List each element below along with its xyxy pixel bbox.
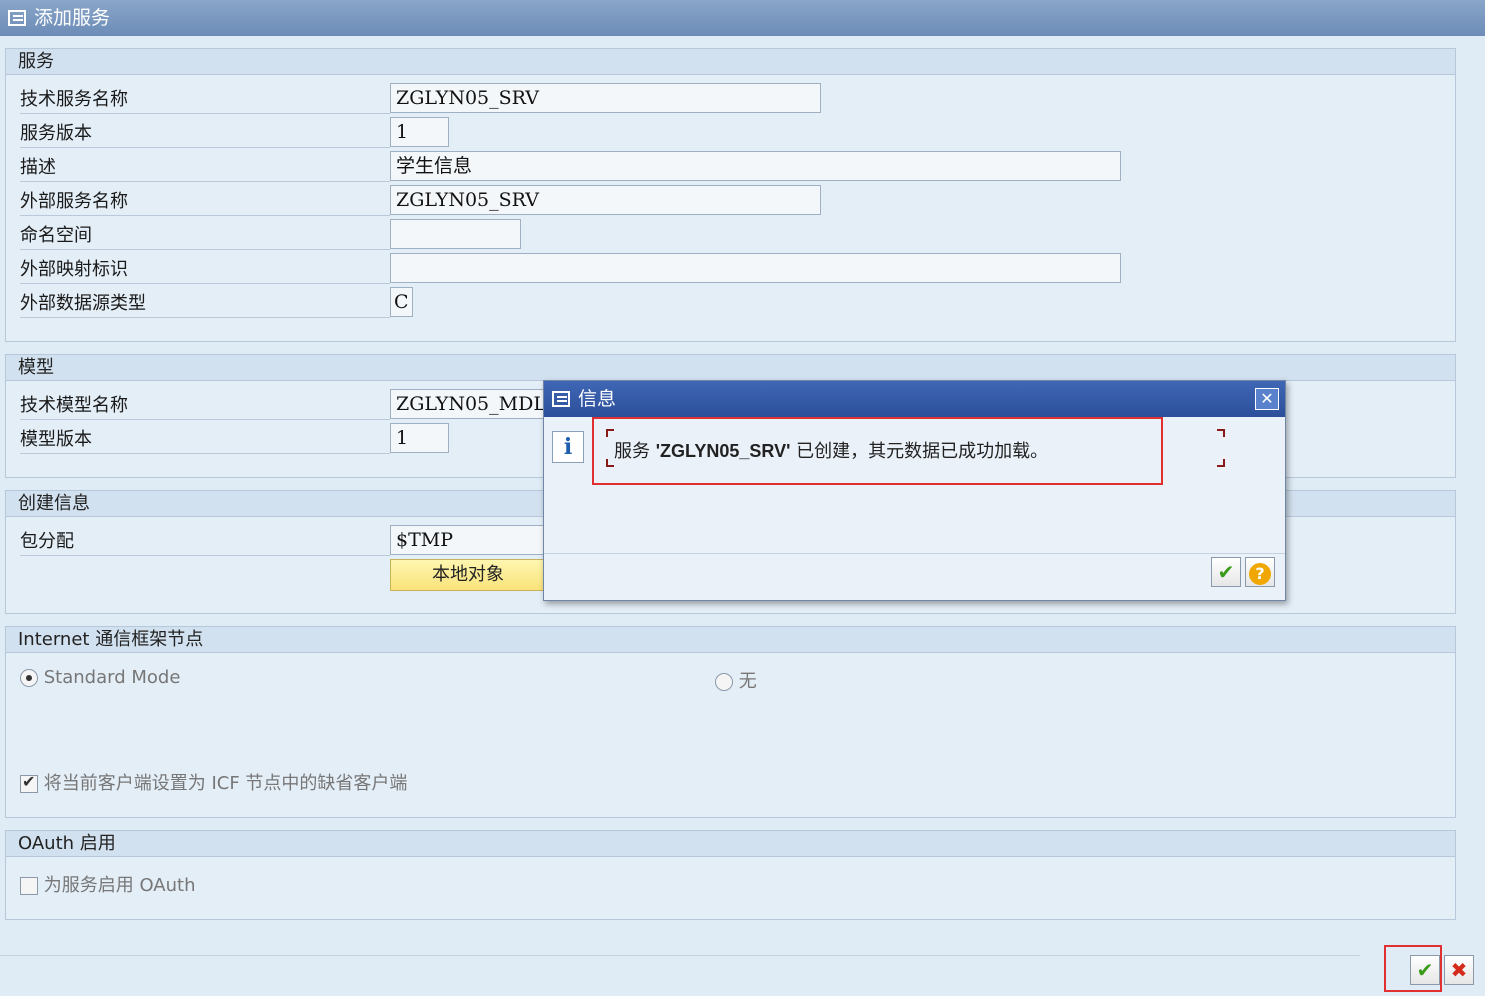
enable-oauth-option[interactable]: 为服务启用 OAuth	[20, 871, 196, 897]
field-label: 包分配	[20, 528, 390, 556]
checkmark-icon: ✔	[1217, 560, 1235, 584]
local-object-button[interactable]: 本地对象	[390, 559, 546, 591]
standard-mode-radio[interactable]	[20, 669, 38, 687]
enable-oauth-checkbox[interactable]	[20, 877, 38, 895]
selection-corner-br	[1217, 459, 1225, 467]
model-version-input[interactable]: 1	[390, 423, 449, 453]
none-label: 无	[738, 671, 757, 692]
field-row-external-datasource-type: 外部数据源类型 C	[18, 287, 1448, 318]
window-title-bar: 添加服务	[0, 0, 1485, 36]
cancel-button[interactable]: ✖	[1444, 955, 1474, 985]
none-radio[interactable]	[715, 673, 733, 691]
default-client-option[interactable]: 将当前客户端设置为 ICF 节点中的缺省客户端	[20, 769, 407, 795]
field-label: 描述	[20, 154, 390, 182]
field-row-external-mapping-id: 外部映射标识	[18, 253, 1448, 284]
dialog-title: 信息	[578, 388, 617, 410]
standard-mode-label: Standard Mode	[43, 667, 181, 688]
close-icon: ✕	[1260, 389, 1274, 408]
footer-separator	[0, 955, 1360, 956]
service-group-title: 服务	[6, 49, 1455, 75]
standard-mode-option[interactable]: Standard Mode	[20, 667, 180, 688]
oauth-group-title: OAuth 启用	[6, 831, 1455, 857]
field-row-description: 描述 学生信息	[18, 151, 1448, 182]
icf-group-title: Internet 通信框架节点	[6, 627, 1455, 653]
external-service-name-input[interactable]: ZGLYN05_SRV	[390, 185, 821, 215]
icf-group: Internet 通信框架节点 Standard Mode 无 将当前客户端设置…	[5, 626, 1456, 818]
dialog-ok-button[interactable]: ✔	[1211, 557, 1241, 587]
dialog-help-button[interactable]: ?	[1245, 557, 1275, 587]
window-title: 添加服务	[34, 7, 111, 29]
dialog-footer-separator	[544, 553, 1285, 554]
info-icon: i	[552, 431, 584, 463]
external-datasource-type-input[interactable]: C	[390, 287, 413, 317]
info-dialog: 信息 ✕ i 服务 'ZGLYN05_SRV' 已创建，其元数据已成功加载。 ✔…	[543, 380, 1286, 601]
field-label: 外部服务名称	[20, 188, 390, 216]
field-label: 技术服务名称	[20, 86, 390, 114]
field-row-namespace: 命名空间	[18, 219, 1448, 250]
service-group: 服务 技术服务名称 ZGLYN05_SRV 服务版本 1 描述 学生信息 外部服…	[5, 48, 1456, 342]
description-input[interactable]: 学生信息	[390, 151, 1121, 181]
service-version-input[interactable]: 1	[390, 117, 449, 147]
selection-corner-tr	[1217, 429, 1225, 437]
model-group-title: 模型	[6, 355, 1455, 381]
field-label: 技术模型名称	[20, 392, 390, 420]
window-menu-icon[interactable]	[8, 10, 26, 26]
enable-oauth-label: 为服务启用 OAuth	[43, 875, 196, 896]
default-client-checkbox[interactable]	[20, 772, 38, 793]
technical-service-name-input[interactable]: ZGLYN05_SRV	[390, 83, 821, 113]
help-icon: ?	[1249, 563, 1271, 585]
field-label: 外部映射标识	[20, 256, 390, 284]
external-mapping-id-input[interactable]	[390, 253, 1121, 283]
dialog-menu-icon[interactable]	[552, 391, 570, 407]
none-option[interactable]: 无	[715, 667, 757, 693]
field-row-service-version: 服务版本 1	[18, 117, 1448, 148]
field-label: 服务版本	[20, 120, 390, 148]
default-client-label: 将当前客户端设置为 ICF 节点中的缺省客户端	[43, 773, 408, 794]
cancel-icon: ✖	[1450, 958, 1468, 982]
field-label: 模型版本	[20, 426, 390, 454]
field-label: 命名空间	[20, 222, 390, 250]
field-label: 外部数据源类型	[20, 290, 390, 318]
field-row-technical-service-name: 技术服务名称 ZGLYN05_SRV	[18, 83, 1448, 114]
highlight-message	[592, 417, 1163, 485]
oauth-group: OAuth 启用 为服务启用 OAuth	[5, 830, 1456, 920]
dialog-close-button[interactable]: ✕	[1255, 388, 1279, 410]
field-row-external-service-name: 外部服务名称 ZGLYN05_SRV	[18, 185, 1448, 216]
namespace-input[interactable]	[390, 219, 521, 249]
dialog-title-bar: 信息	[544, 381, 1285, 417]
highlight-continue-button	[1384, 945, 1442, 992]
